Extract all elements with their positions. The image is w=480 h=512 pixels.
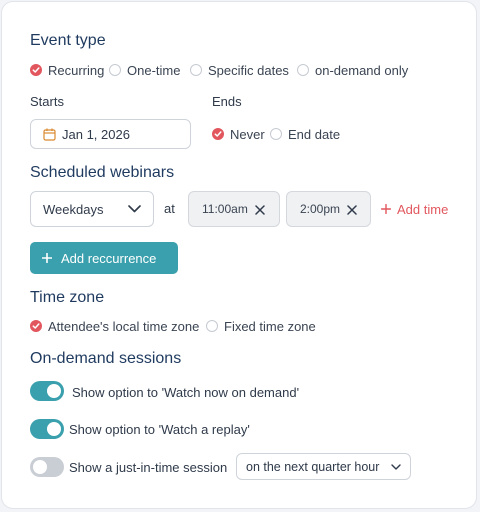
close-icon[interactable] [255,205,265,215]
time-zone-heading: Time zone [30,289,105,306]
ends-label: Ends [212,94,242,109]
ends-end-date-option[interactable]: End date [270,126,340,142]
time-chip-label: 2:00pm [300,202,341,216]
option-label: Never [230,126,265,142]
just-in-time-select-value: on the next quarter hour [246,459,380,474]
radio-checked-icon [30,320,42,332]
start-date-value: Jan 1, 2026 [62,126,130,142]
just-in-time-select[interactable]: on the next quarter hour [236,453,411,480]
watch-now-toggle[interactable] [30,381,64,401]
watch-replay-toggle[interactable] [30,419,64,439]
toggle-knob [47,422,61,436]
chevron-down-icon [391,464,401,470]
just-in-time-toggle[interactable] [30,457,64,477]
event-type-specific-dates-option[interactable]: Specific dates [190,62,289,78]
add-time-label: Add time [397,201,449,217]
calendar-icon [43,128,56,141]
time-zone-local-option[interactable]: Attendee's local time zone [30,318,199,334]
option-label: Attendee's local time zone [48,318,200,334]
radio-checked-icon [30,64,42,76]
plus-icon [42,253,52,263]
toggle-knob [33,460,47,474]
add-recurrence-button[interactable]: Add reccurrence [30,242,178,274]
plus-icon [381,204,391,214]
event-settings-card: Event type Recurring One-time Specific d… [1,1,477,509]
chevron-down-icon [128,205,141,213]
radio-icon [109,64,121,76]
radio-checked-icon [212,128,224,140]
time-chip-label: 11:00am [202,202,248,216]
watch-now-label: Show option to 'Watch now on demand' [72,385,300,400]
event-type-heading: Event type [30,32,106,49]
option-label: Fixed time zone [224,318,316,334]
add-recurrence-label: Add reccurrence [61,250,157,266]
just-in-time-label: Show a just-in-time session [69,460,228,475]
on-demand-heading: On-demand sessions [30,350,182,367]
time-chip: 11:00am [188,191,280,227]
option-label: Specific dates [208,62,289,78]
event-type-one-time-option[interactable]: One-time [109,62,180,78]
option-label: One-time [127,62,181,78]
add-time-link[interactable]: Add time [381,200,448,218]
radio-icon [206,320,218,332]
start-date-input[interactable]: Jan 1, 2026 [30,119,191,149]
time-chip: 2:00pm [286,191,371,227]
toggle-knob [47,384,61,398]
scheduled-webinars-heading: Scheduled webinars [30,164,175,181]
option-label: on-demand only [315,62,409,78]
frequency-value: Weekdays [43,201,104,217]
option-label: Recurring [48,62,105,78]
ends-never-option[interactable]: Never [212,126,265,142]
option-label: End date [288,126,341,142]
event-type-recurring-option[interactable]: Recurring [30,62,104,78]
close-icon[interactable] [347,205,357,215]
starts-label: Starts [30,94,64,109]
event-type-on-demand-option[interactable]: on-demand only [297,62,408,78]
radio-icon [297,64,309,76]
watch-replay-label: Show option to 'Watch a replay' [69,422,250,437]
frequency-select[interactable]: Weekdays [30,191,154,227]
radio-icon [270,128,282,140]
radio-icon [190,64,202,76]
time-zone-fixed-option[interactable]: Fixed time zone [206,318,316,334]
at-label: at [164,201,175,216]
